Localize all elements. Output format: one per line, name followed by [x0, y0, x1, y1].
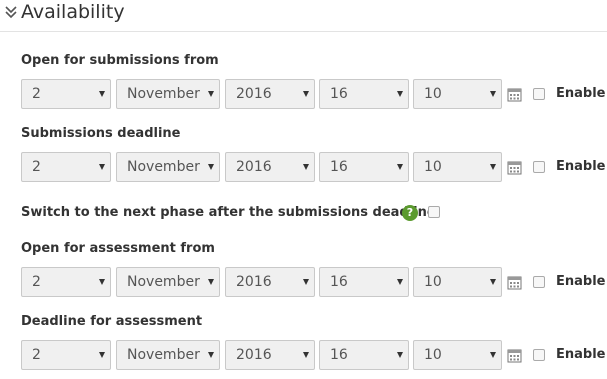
dropdown-arrow-icon	[490, 352, 496, 358]
year-select[interactable]: 2016	[225, 79, 315, 109]
dropdown-arrow-icon	[99, 91, 105, 97]
day-select[interactable]: 2	[21, 79, 111, 109]
dropdown-arrow-icon	[208, 91, 214, 97]
calendar-icon[interactable]	[507, 87, 522, 102]
field-label-assessment-deadline: Deadline for assessment	[21, 314, 203, 329]
enable-checkbox[interactable]	[533, 161, 545, 173]
dropdown-arrow-icon	[99, 352, 105, 358]
dropdown-arrow-icon	[303, 164, 309, 170]
double-chevron-down-icon[interactable]	[3, 4, 19, 20]
minute-select[interactable]: 10	[413, 340, 502, 370]
year-select[interactable]: 2016	[225, 152, 315, 182]
month-value: November	[127, 159, 200, 175]
month-value: November	[127, 347, 200, 363]
enable-label: Enable	[556, 159, 606, 174]
year-value: 2016	[236, 347, 272, 363]
dropdown-arrow-icon	[99, 164, 105, 170]
field-label-submissions-start: Open for submissions from	[21, 53, 219, 68]
dropdown-arrow-icon	[397, 279, 403, 285]
minute-value: 10	[424, 159, 442, 175]
year-value: 2016	[236, 86, 272, 102]
enable-label: Enable	[556, 347, 606, 362]
enable-label: Enable	[556, 86, 606, 101]
date-selector-submissions-start: 2 November 2016 16 10 Enable	[21, 79, 607, 109]
hour-select[interactable]: 16	[319, 152, 409, 182]
day-select[interactable]: 2	[21, 340, 111, 370]
enable-checkbox[interactable]	[533, 88, 545, 100]
minute-value: 10	[424, 86, 442, 102]
dropdown-arrow-icon	[99, 279, 105, 285]
dropdown-arrow-icon	[208, 279, 214, 285]
dropdown-arrow-icon	[208, 164, 214, 170]
dropdown-arrow-icon	[397, 164, 403, 170]
day-value: 2	[32, 274, 41, 290]
minute-value: 10	[424, 274, 442, 290]
hour-value: 16	[330, 347, 348, 363]
hour-select[interactable]: 16	[319, 340, 409, 370]
minute-select[interactable]: 10	[413, 79, 502, 109]
date-selector-assessment-deadline: 2 November 2016 16 10 Enable	[21, 340, 607, 370]
day-select[interactable]: 2	[21, 152, 111, 182]
year-value: 2016	[236, 159, 272, 175]
field-label-submissions-deadline: Submissions deadline	[21, 126, 181, 141]
enable-checkbox[interactable]	[533, 276, 545, 288]
month-select[interactable]: November	[116, 152, 220, 182]
dropdown-arrow-icon	[397, 352, 403, 358]
enable-label: Enable	[556, 274, 606, 289]
phase-switch-label: Switch to the next phase after the submi…	[21, 205, 436, 220]
hour-select[interactable]: 16	[319, 79, 409, 109]
year-select[interactable]: 2016	[225, 340, 315, 370]
day-value: 2	[32, 347, 41, 363]
hour-value: 16	[330, 159, 348, 175]
date-selector-submissions-deadline: 2 November 2016 16 10 Enable	[21, 152, 607, 182]
section-header-availability[interactable]: Availability	[0, 0, 607, 32]
enable-checkbox[interactable]	[533, 349, 545, 361]
day-select[interactable]: 2	[21, 267, 111, 297]
month-select[interactable]: November	[116, 267, 220, 297]
month-value: November	[127, 274, 200, 290]
hour-value: 16	[330, 274, 348, 290]
calendar-icon[interactable]	[507, 275, 522, 290]
help-icon[interactable]: ?	[402, 205, 418, 221]
section-title: Availability	[21, 1, 125, 23]
year-value: 2016	[236, 274, 272, 290]
month-select[interactable]: November	[116, 79, 220, 109]
month-value: November	[127, 86, 200, 102]
calendar-icon[interactable]	[507, 348, 522, 363]
phase-switch-checkbox[interactable]	[428, 206, 440, 218]
dropdown-arrow-icon	[303, 352, 309, 358]
field-label-assessment-start: Open for assessment from	[21, 241, 215, 256]
hour-select[interactable]: 16	[319, 267, 409, 297]
dropdown-arrow-icon	[208, 352, 214, 358]
minute-select[interactable]: 10	[413, 267, 502, 297]
dropdown-arrow-icon	[490, 164, 496, 170]
year-select[interactable]: 2016	[225, 267, 315, 297]
date-selector-assessment-start: 2 November 2016 16 10 Enable	[21, 267, 607, 297]
dropdown-arrow-icon	[397, 91, 403, 97]
dropdown-arrow-icon	[490, 91, 496, 97]
calendar-icon[interactable]	[507, 160, 522, 175]
minute-select[interactable]: 10	[413, 152, 502, 182]
day-value: 2	[32, 86, 41, 102]
dropdown-arrow-icon	[303, 91, 309, 97]
day-value: 2	[32, 159, 41, 175]
dropdown-arrow-icon	[303, 279, 309, 285]
minute-value: 10	[424, 347, 442, 363]
dropdown-arrow-icon	[490, 279, 496, 285]
hour-value: 16	[330, 86, 348, 102]
month-select[interactable]: November	[116, 340, 220, 370]
